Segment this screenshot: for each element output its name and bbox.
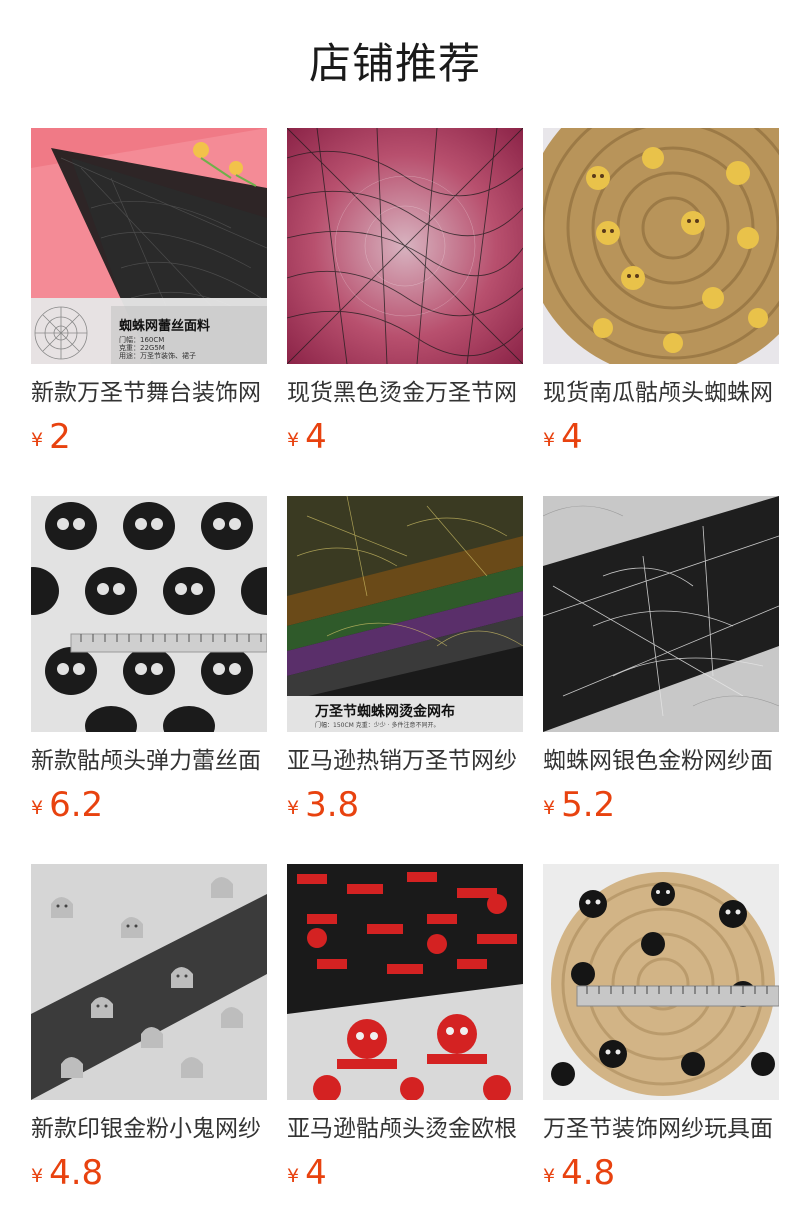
price-value: 4.8 <box>49 1153 104 1193</box>
currency-symbol: ¥ <box>287 429 300 451</box>
currency-symbol: ¥ <box>31 1165 44 1187</box>
product-card[interactable]: 蜘蛛网银色金粉网纱面 ¥5.2 <box>543 496 779 826</box>
product-price: ¥4.8 <box>543 1153 615 1193</box>
product-name[interactable]: 新款万圣节舞台装饰网 <box>31 376 267 410</box>
product-image[interactable] <box>287 128 523 364</box>
product-image[interactable] <box>543 864 779 1100</box>
price-value: 3.8 <box>305 785 360 825</box>
product-image[interactable] <box>31 496 267 732</box>
product-card[interactable]: 现货黑色烫金万圣节网 ¥4 <box>287 128 523 458</box>
price-value: 4.8 <box>561 1153 616 1193</box>
product-image[interactable] <box>543 496 779 732</box>
price-value: 2 <box>49 417 71 457</box>
price-value: 6.2 <box>49 785 104 825</box>
overlay-line: 门幅：150CM 克重：少少 · 多件注意不同开。 <box>315 721 439 729</box>
product-name[interactable]: 新款骷颅头弹力蕾丝面 <box>31 744 267 778</box>
product-name[interactable]: 现货南瓜骷颅头蜘蛛网 <box>543 376 779 410</box>
product-image[interactable] <box>543 128 779 364</box>
product-name[interactable]: 亚马逊骷颅头烫金欧根 <box>287 1112 523 1146</box>
product-card[interactable]: 万圣节蜘蛛网烫金网布 门幅：150CM 克重：少少 · 多件注意不同开。 亚马逊… <box>287 496 523 826</box>
product-name[interactable]: 亚马逊热销万圣节网纱 <box>287 744 523 778</box>
overlay-line: 用途：万圣节装饰、裙子 <box>119 351 196 360</box>
overlay-title: 蜘蛛网蕾丝面料 <box>119 318 210 334</box>
product-price: ¥5.2 <box>543 785 615 825</box>
product-card[interactable]: 新款骷颅头弹力蕾丝面 ¥6.2 <box>31 496 267 826</box>
overlay-line: 门幅：160CM <box>119 335 164 344</box>
price-value: 5.2 <box>561 785 616 825</box>
currency-symbol: ¥ <box>543 797 556 819</box>
currency-symbol: ¥ <box>31 797 44 819</box>
currency-symbol: ¥ <box>31 429 44 451</box>
product-name[interactable]: 现货黑色烫金万圣节网 <box>287 376 523 410</box>
currency-symbol: ¥ <box>287 1165 300 1187</box>
currency-symbol: ¥ <box>543 1165 556 1187</box>
currency-symbol: ¥ <box>543 429 556 451</box>
product-card[interactable]: 亚马逊骷颅头烫金欧根 ¥4 <box>287 864 523 1194</box>
overlay-line: 克重：22G5M <box>119 344 165 352</box>
product-price: ¥2 <box>31 417 71 457</box>
product-image[interactable]: 蜘蛛网蕾丝面料 门幅：160CM 克重：22G5M 用途：万圣节装饰、裙子 <box>31 128 267 364</box>
product-price: ¥4 <box>287 1153 327 1193</box>
product-card[interactable]: 万圣节装饰网纱玩具面 ¥4.8 <box>543 864 779 1194</box>
product-card[interactable]: 现货南瓜骷颅头蜘蛛网 ¥4 <box>543 128 779 458</box>
product-price: ¥4 <box>543 417 583 457</box>
product-image[interactable] <box>287 864 523 1100</box>
price-value: 4 <box>305 417 327 457</box>
product-card[interactable]: 新款印银金粉小鬼网纱 ¥4.8 <box>31 864 267 1194</box>
product-price: ¥4 <box>287 417 327 457</box>
product-name[interactable]: 万圣节装饰网纱玩具面 <box>543 1112 779 1146</box>
product-price: ¥3.8 <box>287 785 359 825</box>
price-value: 4 <box>305 1153 327 1193</box>
product-price: ¥6.2 <box>31 785 103 825</box>
currency-symbol: ¥ <box>287 797 300 819</box>
overlay-title: 万圣节蜘蛛网烫金网布 <box>314 703 455 720</box>
product-image[interactable] <box>31 864 267 1100</box>
product-image[interactable]: 万圣节蜘蛛网烫金网布 门幅：150CM 克重：少少 · 多件注意不同开。 <box>287 496 523 732</box>
product-name[interactable]: 新款印银金粉小鬼网纱 <box>31 1112 267 1146</box>
price-value: 4 <box>561 417 583 457</box>
page-title: 店铺推荐 <box>308 39 481 88</box>
product-name[interactable]: 蜘蛛网银色金粉网纱面 <box>543 744 779 778</box>
product-card[interactable]: 蜘蛛网蕾丝面料 门幅：160CM 克重：22G5M 用途：万圣节装饰、裙子 新款… <box>31 128 267 458</box>
product-price: ¥4.8 <box>31 1153 103 1193</box>
